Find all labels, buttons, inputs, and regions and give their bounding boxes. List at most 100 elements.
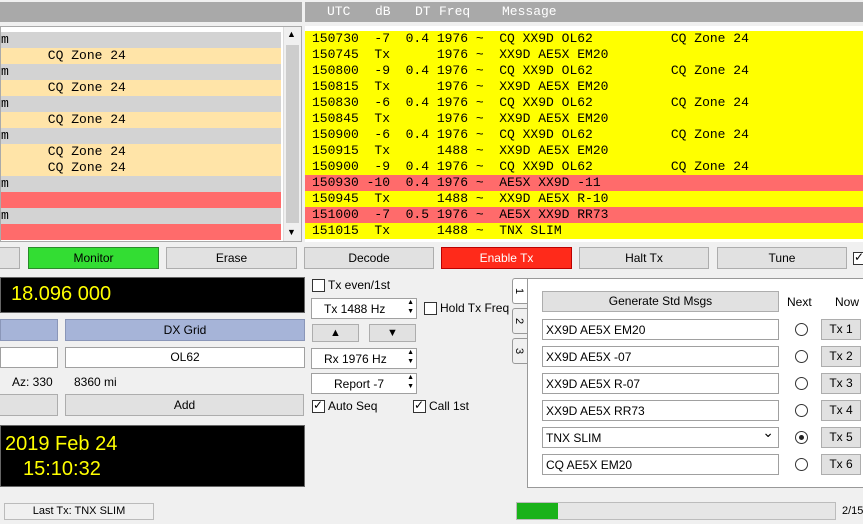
decode-row[interactable]: 151000 -7 0.5 1976 ~ AE5X XX9D RR73 [305, 207, 863, 223]
decode-row[interactable]: m [1, 176, 281, 192]
decode-row[interactable]: 150845 Tx 1976 ~ XX9D AE5X EM20 [305, 111, 863, 127]
rx-freq-spinbox[interactable]: Rx 1976 Hz ▲ ▼ [311, 348, 417, 369]
decode-row[interactable]: CQ Zone 24 [1, 112, 281, 128]
tune-button[interactable]: Tune [717, 247, 847, 269]
spin-up-icon[interactable]: ▲ [407, 349, 414, 356]
decode-row[interactable]: CQ Zone 24 [1, 160, 281, 176]
decode-row[interactable]: 150915 Tx 1488 ~ XX9D AE5X EM20 [305, 143, 863, 159]
hold-tx-freq-label: Hold Tx Freq [440, 301, 510, 315]
hold-tx-freq-checkbox[interactable] [424, 302, 437, 315]
decode-row[interactable]: m [1, 64, 281, 80]
decode-row[interactable]: 150930 -10 0.4 1976 ~ AE5X XX9D -11 [305, 175, 863, 191]
tx-message-text: XX9D AE5X -07 [546, 350, 632, 364]
tab-3[interactable]: 3 [512, 338, 528, 364]
col-dt: DT [415, 4, 431, 19]
decode-button[interactable]: Decode [304, 247, 434, 269]
dx-grid-field[interactable]: OL62 [65, 347, 305, 368]
decode-row[interactable] [1, 192, 281, 208]
tx-message-field[interactable]: XX9D AE5X -07 [542, 346, 779, 367]
decode-row[interactable]: m [1, 96, 281, 112]
band-activity-panel[interactable]: m CQ Zone 24 m CQ Zone 24 m CQ Zone 24 m CQ… [0, 26, 302, 242]
left-scrollbar[interactable]: ▲ ▼ [283, 27, 301, 241]
halt-tx-button[interactable]: Halt Tx [579, 247, 709, 269]
auto-seq-label: Auto Seq [328, 399, 378, 413]
tx-now-button[interactable]: Tx 3 [821, 373, 861, 394]
tx-freq-value: Tx 1488 Hz [324, 302, 386, 316]
tx-now-button[interactable]: Tx 2 [821, 346, 861, 367]
decode-row[interactable]: 151015 Tx 1488 ~ TNX SLIM [305, 223, 863, 239]
left-edge-button[interactable] [0, 247, 20, 269]
tx-now-button[interactable]: Tx 4 [821, 400, 861, 421]
decode-row[interactable]: 150830 -6 0.4 1976 ~ CQ XX9D OL62 CQ Zon… [305, 95, 863, 111]
decode-row[interactable]: CQ Zone 24 [1, 48, 281, 64]
decode-row[interactable]: m [1, 208, 281, 224]
menus-checkbox[interactable] [853, 250, 863, 265]
next-radio[interactable] [795, 431, 808, 444]
tx-message-text: XX9D AE5X EM20 [546, 323, 646, 337]
decode-row[interactable]: 150815 Tx 1976 ~ XX9D AE5X EM20 [305, 79, 863, 95]
monitor-button[interactable]: Monitor [28, 247, 159, 269]
decode-row[interactable]: 150745 Tx 1976 ~ XX9D AE5X EM20 [305, 47, 863, 63]
decode-row[interactable]: 150900 -9 0.4 1976 ~ CQ XX9D OL62 CQ Zon… [305, 159, 863, 175]
tx-even-checkbox[interactable] [312, 279, 325, 292]
decode-row[interactable] [1, 224, 281, 240]
tab-1[interactable]: 1 [512, 278, 528, 304]
rx-frequency-panel[interactable]: 150730 -7 0.4 1976 ~ CQ XX9D OL62 CQ Zon… [305, 26, 863, 242]
spin-down-icon[interactable]: ▼ [407, 383, 414, 390]
spin-down-icon[interactable]: ▼ [407, 308, 414, 315]
decode-row[interactable]: m [1, 32, 281, 48]
tx-message-field[interactable]: XX9D AE5X EM20 [542, 319, 779, 340]
spin-down-icon[interactable]: ▼ [407, 358, 414, 365]
tx-progress-bar [516, 502, 836, 520]
report-spinbox[interactable]: Report -7 ▲ ▼ [311, 373, 417, 394]
spin-up-icon[interactable]: ▲ [407, 374, 414, 381]
scroll-down-arrow-icon[interactable]: ▼ [287, 227, 296, 237]
tx-progress-text: 2/15 [842, 505, 863, 517]
set-tx-up-button[interactable]: ▲ [312, 324, 359, 342]
col-utc: UTC [327, 4, 351, 19]
decode-row[interactable]: 150945 Tx 1488 ~ XX9D AE5X R-10 [305, 191, 863, 207]
next-radio[interactable] [795, 404, 808, 417]
decode-row[interactable]: 150730 -7 0.4 1976 ~ CQ XX9D OL62 CQ Zon… [305, 31, 863, 47]
next-radio[interactable] [795, 377, 808, 390]
decode-row[interactable]: 150900 -6 0.4 1976 ~ CQ XX9D OL62 CQ Zon… [305, 127, 863, 143]
auto-seq-checkbox[interactable] [312, 398, 325, 413]
tab-2-label: 2 [513, 317, 526, 325]
decode-row[interactable]: CQ Zone 24 [1, 80, 281, 96]
add-button[interactable]: Add [65, 394, 304, 416]
tx-now-button[interactable]: Tx 1 [821, 319, 861, 340]
tx-now-button[interactable]: Tx 5 [821, 427, 861, 448]
tx-message-field[interactable]: CQ AE5X EM20 [542, 454, 779, 475]
tx-message-field[interactable]: XX9D AE5X RR73 [542, 400, 779, 421]
scroll-thumb[interactable] [286, 45, 299, 223]
tx-progress-fill [517, 503, 559, 519]
call-1st-checkbox[interactable] [413, 398, 426, 413]
right-panel-header: UTC dB DT Freq Message [305, 2, 863, 22]
tx-freq-spinbox[interactable]: Tx 1488 Hz ▲ ▼ [311, 298, 417, 319]
decode-row[interactable]: m [1, 128, 281, 144]
tx-even-label: Tx even/1st [328, 278, 391, 292]
next-radio[interactable] [795, 323, 808, 336]
decode-row[interactable]: 150800 -9 0.4 1976 ~ CQ XX9D OL62 CQ Zon… [305, 63, 863, 79]
frequency-display: 18.096 000 [0, 277, 305, 313]
clock-date: 2019 Feb 24 [5, 433, 118, 455]
tx-message-field[interactable]: TNX SLIM ⌄ [542, 424, 779, 448]
tx-message-field[interactable]: XX9D AE5X R-07 [542, 373, 779, 394]
report-value: Report -7 [334, 377, 385, 391]
scroll-up-arrow-icon[interactable]: ▲ [287, 29, 296, 39]
erase-button[interactable]: Erase [166, 247, 297, 269]
lookup-button[interactable] [0, 394, 58, 416]
set-rx-down-button[interactable]: ▼ [369, 324, 416, 342]
next-radio[interactable] [795, 350, 808, 363]
next-radio[interactable] [795, 458, 808, 471]
spin-up-icon[interactable]: ▲ [407, 299, 414, 306]
enable-tx-button[interactable]: Enable Tx [441, 247, 572, 269]
generate-std-msgs-button[interactable]: Generate Std Msgs [542, 291, 779, 312]
tx-messages-panel: Generate Std Msgs Next Now XX9D AE5X EM2… [527, 278, 863, 488]
tx-now-button[interactable]: Tx 6 [821, 454, 861, 475]
dx-call-field[interactable] [0, 347, 58, 368]
tx-message-text: CQ AE5X EM20 [546, 458, 633, 472]
tab-2[interactable]: 2 [512, 308, 528, 334]
chevron-down-icon[interactable]: ⌄ [762, 424, 774, 441]
decode-row[interactable]: CQ Zone 24 [1, 144, 281, 160]
